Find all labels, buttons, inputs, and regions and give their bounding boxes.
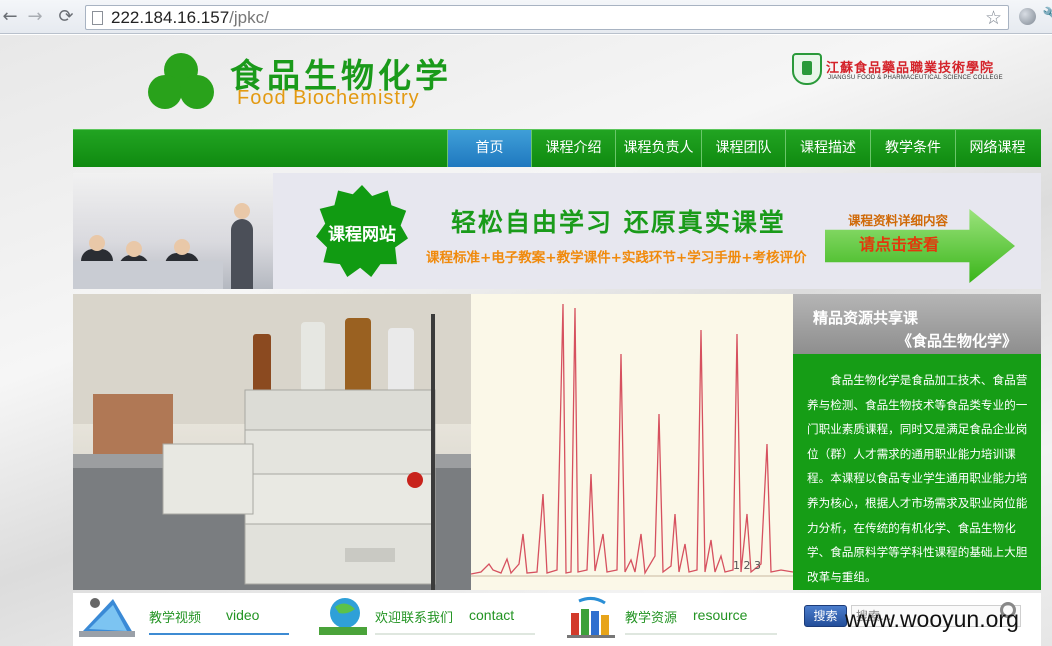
nav-item-2[interactable]: 课程介绍: [531, 130, 615, 167]
forward-icon[interactable]: →: [25, 6, 45, 28]
section-video[interactable]: 教学视频 video: [73, 593, 303, 646]
clover-logo-icon[interactable]: [148, 53, 214, 109]
course-intro-panel: 精品资源共享课 《食品生物化学》 食品生物化学是食品加工技术、食品营养与检测、食…: [793, 294, 1041, 590]
reload-icon[interactable]: ⟳: [56, 6, 76, 28]
course-banner[interactable]: 课程网站 轻松自由学习 还原真实课堂 课程标准+电子教案+教学课件+实践环节+学…: [73, 173, 1041, 289]
url-host: 222.184.16.157: [111, 8, 230, 27]
url-path: /jpkc/: [229, 8, 269, 27]
slider-pagination[interactable]: 1 2 3: [733, 559, 761, 572]
nav-item-5[interactable]: 课程描述: [785, 130, 870, 167]
search-button[interactable]: 搜索: [804, 605, 847, 627]
books-icon[interactable]: [565, 595, 621, 639]
cta-link[interactable]: 请点击查看: [859, 231, 939, 255]
college-name-cn[interactable]: 江蘇食品藥品職業技術學院: [826, 57, 994, 76]
back-icon[interactable]: ←: [0, 6, 20, 28]
nav-item-3[interactable]: 课程负责人: [615, 130, 701, 167]
section-video-title[interactable]: 教学视频: [149, 607, 201, 626]
section-resource[interactable]: 教学资源 resource: [563, 593, 793, 646]
globe-icon[interactable]: [1019, 8, 1036, 25]
lab-equipment-photo[interactable]: [73, 294, 471, 590]
section-divider: [625, 633, 777, 635]
section-divider: [149, 633, 289, 635]
nav-item-6[interactable]: 教学条件: [870, 130, 955, 167]
site-header: 食品生物化学 Food Biochemistry 江蘇食品藥品職業技術學院 JI…: [0, 35, 1052, 127]
page-icon: [92, 11, 103, 25]
college-name-en[interactable]: JIANGSU FOOD & PHARMACEUTICAL SCIENCE CO…: [828, 75, 1003, 81]
section-divider: [375, 633, 535, 635]
chromatogram-image[interactable]: [470, 294, 794, 590]
classroom-photo: [73, 173, 273, 289]
globe-book-icon[interactable]: [315, 595, 371, 639]
cta-subtitle[interactable]: 课程资料详细内容: [848, 210, 948, 229]
video-chart-icon[interactable]: [79, 595, 135, 639]
college-emblem-icon[interactable]: [792, 53, 822, 85]
section-contact-title[interactable]: 欢迎联系我们: [375, 607, 453, 626]
bookmark-star-icon[interactable]: ☆: [985, 7, 1002, 29]
intro-title: 精品资源共享课: [813, 309, 919, 327]
nav-item-4[interactable]: 课程团队: [701, 130, 785, 167]
address-bar[interactable]: 222.184.16.157/jpkc/ ☆: [85, 5, 1009, 30]
nav-item-7[interactable]: 网络课程: [955, 130, 1039, 167]
wrench-icon[interactable]: 🔧: [1042, 6, 1052, 25]
section-video-en[interactable]: video: [226, 607, 259, 623]
intro-course-name: 《食品生物化学》: [897, 332, 1018, 350]
site-title-en[interactable]: Food Biochemistry: [237, 87, 420, 110]
url-text[interactable]: 222.184.16.157/jpkc/: [111, 8, 269, 28]
browser-toolbar: ← → ⟳ 222.184.16.157/jpkc/ ☆ 🔧: [0, 0, 1052, 34]
section-resource-en[interactable]: resource: [693, 607, 747, 623]
nav-items: 首页 课程介绍 课程负责人 课程团队 课程描述 教学条件 网络课程: [447, 130, 1039, 167]
section-resource-title[interactable]: 教学资源: [625, 607, 677, 626]
main-nav: 首页 课程介绍 课程负责人 课程团队 课程描述 教学条件 网络课程: [73, 129, 1041, 167]
watermark: www.wooyun.org: [845, 606, 1019, 632]
section-contact-en[interactable]: contact: [469, 607, 514, 623]
banner-features: 课程标准+电子教案+教学课件+实践环节+学习手册+考核评价: [426, 250, 807, 266]
banner-slogan: 轻松自由学习 还原真实课堂: [451, 208, 786, 237]
intro-header: 精品资源共享课 《食品生物化学》: [793, 294, 1041, 354]
intro-description: 食品生物化学是食品加工技术、食品营养与检测、食品生物技术等食品类专业的一门职业素…: [807, 373, 1028, 584]
badge-text: 课程网站: [328, 225, 396, 245]
page: 食品生物化学 Food Biochemistry 江蘇食品藥品職業技術學院 JI…: [0, 35, 1052, 646]
section-contact[interactable]: 欢迎联系我们 contact: [311, 593, 541, 646]
nav-item-1[interactable]: 首页: [447, 130, 531, 167]
